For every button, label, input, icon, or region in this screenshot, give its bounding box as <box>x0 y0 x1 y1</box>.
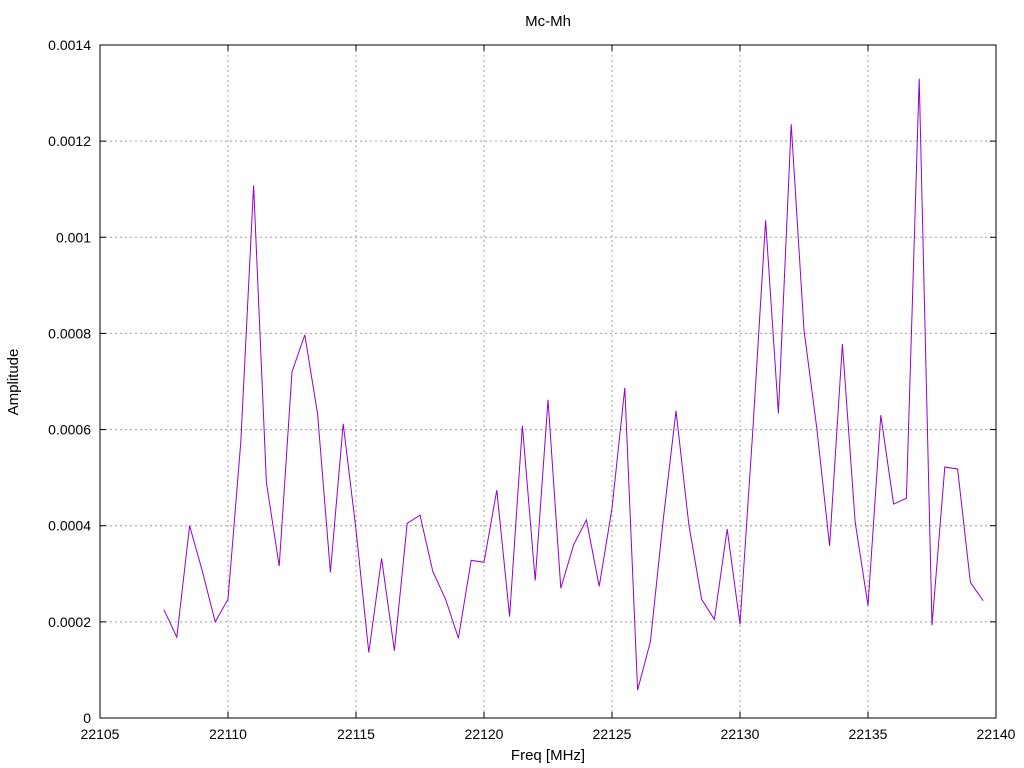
x-axis-title: Freq [MHz] <box>511 747 585 764</box>
y-tick-label: 0.0004 <box>48 518 91 534</box>
x-tick-label: 22120 <box>465 726 504 742</box>
x-tick-label: 22115 <box>337 726 375 742</box>
x-tick-label: 22140 <box>977 726 1016 742</box>
x-tick-label: 22110 <box>209 726 247 742</box>
x-tick-label: 22130 <box>721 726 760 742</box>
y-axis-title: Amplitude <box>5 349 22 416</box>
x-tick-label: 22105 <box>81 726 120 742</box>
y-tick-label: 0.0008 <box>48 325 91 341</box>
x-tick-label: 22125 <box>593 726 632 742</box>
y-tick-label: 0.0006 <box>48 422 91 438</box>
y-tick-label: 0.001 <box>56 229 91 245</box>
y-tick-label: 0 <box>83 710 91 726</box>
chart-title: Mc-Mh <box>525 13 571 30</box>
x-tick-label: 22135 <box>849 726 888 742</box>
line-chart: 22105 22110 22115 22120 22125 22130 22135 22140… <box>0 0 1024 768</box>
y-tick-label: 0.0012 <box>48 133 91 149</box>
y-tick-label: 0.0002 <box>48 614 91 630</box>
y-tick-label: 0.0014 <box>48 37 91 53</box>
chart-background <box>0 0 1024 768</box>
